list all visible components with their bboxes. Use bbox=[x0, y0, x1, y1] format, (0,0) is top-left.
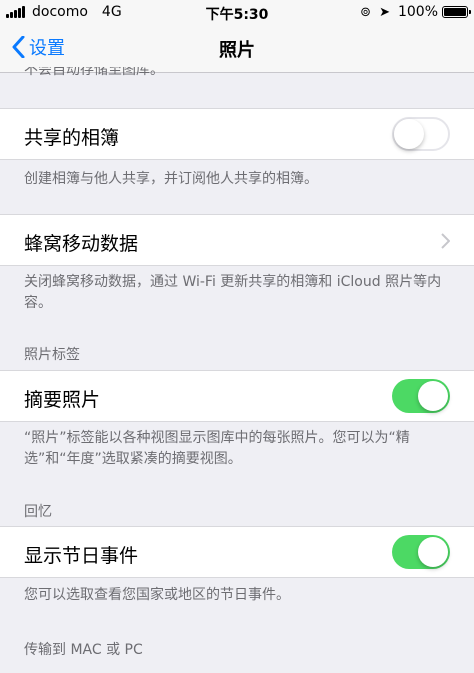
holiday-events-row[interactable]: 显示节日事件 bbox=[0, 526, 474, 578]
page-title: 照片 bbox=[219, 40, 255, 61]
shared-albums-toggle[interactable] bbox=[392, 117, 450, 151]
transfer-header: 传输到 MAC 或 PC bbox=[24, 642, 143, 658]
nav-bar: 设置 照片 bbox=[0, 26, 474, 73]
holiday-events-label: 显示节日事件 bbox=[24, 545, 139, 567]
summarize-photos-toggle[interactable] bbox=[392, 379, 450, 413]
battery-icon bbox=[442, 6, 471, 18]
summarize-photos-label: 摘要照片 bbox=[24, 389, 101, 411]
battery-percent: 100% bbox=[397, 4, 438, 20]
shared-albums-row[interactable]: 共享的相簿 bbox=[0, 108, 474, 160]
shared-albums-footer: 创建相簿与他人共享，并订阅他人共享的相簿。 bbox=[24, 171, 318, 187]
photos-tab-header: 照片标签 bbox=[24, 347, 80, 363]
shared-albums-label: 共享的相簿 bbox=[24, 127, 120, 149]
photos-tab-footer: “照片”标签能以各种视图显示图库中的每张照片。您可以为“精选”和“年度”选取紧凑… bbox=[24, 430, 410, 467]
status-bar: docomo 4G 下午5:30 ⊚ ➤ 100% bbox=[0, 0, 474, 26]
holiday-events-toggle[interactable] bbox=[392, 535, 450, 569]
chevron-right-icon bbox=[441, 233, 450, 249]
cellular-data-footer: 关闭蜂窝移动数据，通过 Wi-Fi 更新共享的相簿和 iCloud 照片等内容。 bbox=[24, 274, 442, 311]
cut-footer-text: 不会自动存储至图库。 bbox=[24, 67, 164, 77]
memories-footer: 您可以选取查看您国家或地区的节日事件。 bbox=[24, 587, 290, 603]
orientation-lock-icon: ⊚ bbox=[360, 4, 372, 20]
location-icon: ➤ bbox=[379, 4, 390, 20]
status-right: ⊚ ➤ 100% bbox=[360, 4, 471, 20]
memories-header: 回忆 bbox=[24, 504, 52, 520]
cellular-data-row[interactable]: 蜂窝移动数据 bbox=[0, 214, 474, 266]
cellular-data-label: 蜂窝移动数据 bbox=[24, 233, 139, 255]
summarize-photos-row[interactable]: 摘要照片 bbox=[0, 370, 474, 422]
